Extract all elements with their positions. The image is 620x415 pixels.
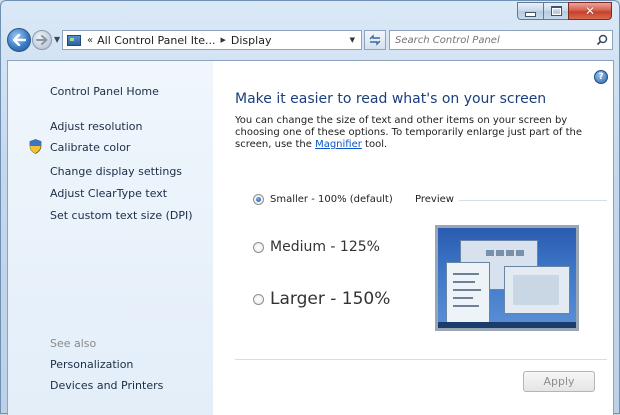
preview-line bbox=[453, 305, 479, 307]
option-smaller[interactable]: Smaller - 100% (default) bbox=[253, 194, 393, 205]
preview-divider bbox=[459, 200, 607, 201]
preview-tile bbox=[516, 250, 524, 256]
control-panel-window: ✕ ▼ « All Control Panel Ite... ▶ Display… bbox=[0, 0, 620, 415]
shield-icon bbox=[29, 139, 42, 154]
breadcrumb-current[interactable]: Display bbox=[231, 34, 272, 47]
option-larger[interactable]: Larger - 150% bbox=[253, 289, 390, 309]
preview-line bbox=[453, 289, 481, 291]
help-icon[interactable]: ? bbox=[594, 70, 608, 84]
refresh-icon bbox=[369, 34, 381, 46]
search-icon[interactable] bbox=[596, 34, 608, 46]
preview-label: Preview bbox=[415, 194, 454, 205]
see-also-heading: See also bbox=[50, 337, 97, 350]
minimize-button[interactable] bbox=[517, 2, 543, 20]
radio-larger[interactable] bbox=[253, 293, 264, 305]
preview-taskbar bbox=[438, 322, 576, 328]
magnifier-link[interactable]: Magnifier bbox=[315, 139, 362, 150]
preview-window-right bbox=[504, 266, 570, 314]
sidebar-item-personalization[interactable]: Personalization bbox=[50, 358, 133, 371]
minimize-icon bbox=[525, 11, 536, 17]
option-smaller-label[interactable]: Smaller - 100% (default) bbox=[270, 194, 393, 205]
control-panel-icon bbox=[67, 34, 81, 46]
preview-tile bbox=[506, 250, 514, 256]
sidebar-item-devices-printers[interactable]: Devices and Printers bbox=[50, 379, 163, 392]
forward-button[interactable] bbox=[32, 30, 52, 50]
bottom-divider bbox=[235, 359, 607, 360]
apply-button[interactable]: Apply bbox=[523, 371, 595, 392]
refresh-button[interactable] bbox=[364, 30, 386, 50]
option-larger-label[interactable]: Larger - 150% bbox=[270, 289, 390, 309]
radio-smaller[interactable] bbox=[253, 194, 264, 205]
page-description: You can change the size of text and othe… bbox=[235, 115, 607, 151]
main-panel: ? Make it easier to read what's on your … bbox=[213, 61, 613, 415]
sidebar-item-custom-text-size[interactable]: Set custom text size (DPI) bbox=[50, 209, 193, 222]
preview-tile bbox=[496, 250, 504, 256]
preview-image bbox=[435, 225, 579, 331]
maximize-icon bbox=[550, 6, 562, 16]
preview-window-content bbox=[513, 275, 559, 305]
forward-arrow-icon bbox=[36, 35, 48, 45]
content-area: Control Panel Home Adjust resolution Cal… bbox=[7, 60, 614, 415]
preview-window-front bbox=[446, 262, 490, 326]
preview-line bbox=[453, 297, 473, 299]
description-tail: tool. bbox=[361, 139, 388, 150]
close-icon: ✕ bbox=[584, 4, 596, 18]
address-dropdown-icon[interactable]: ▼ bbox=[350, 36, 355, 44]
sidebar-item-adjust-cleartype[interactable]: Adjust ClearType text bbox=[50, 187, 167, 200]
preview-tile bbox=[486, 250, 494, 256]
search-input[interactable] bbox=[395, 34, 585, 46]
address-bar[interactable]: « All Control Panel Ite... ▶ Display ▼ bbox=[62, 30, 362, 50]
preview-line bbox=[453, 281, 475, 283]
task-sidebar: Control Panel Home Adjust resolution Cal… bbox=[8, 61, 213, 415]
caption-buttons: ✕ bbox=[517, 2, 612, 21]
close-button[interactable]: ✕ bbox=[568, 2, 612, 20]
page-title: Make it easier to read what's on your sc… bbox=[235, 91, 547, 107]
radio-medium[interactable] bbox=[253, 241, 264, 253]
description-text: You can change the size of text and othe… bbox=[235, 115, 583, 150]
maximize-button[interactable] bbox=[543, 2, 568, 20]
preview-line bbox=[453, 273, 479, 275]
sidebar-item-calibrate-color[interactable]: Calibrate color bbox=[50, 141, 130, 154]
sidebar-item-change-display-settings[interactable]: Change display settings bbox=[50, 165, 182, 178]
history-dropdown-icon[interactable]: ▼ bbox=[54, 35, 60, 44]
breadcrumb-overflow[interactable]: « bbox=[87, 35, 93, 46]
option-medium-label[interactable]: Medium - 125% bbox=[270, 239, 380, 255]
option-medium[interactable]: Medium - 125% bbox=[253, 239, 380, 255]
navigation-bar: ▼ « All Control Panel Ite... ▶ Display ▼ bbox=[7, 28, 613, 52]
breadcrumb-arrow-icon[interactable]: ▶ bbox=[221, 36, 226, 44]
breadcrumb-parent[interactable]: All Control Panel Ite... bbox=[97, 34, 215, 47]
back-button[interactable] bbox=[7, 28, 31, 52]
sidebar-item-adjust-resolution[interactable]: Adjust resolution bbox=[50, 120, 143, 133]
search-box[interactable] bbox=[389, 30, 613, 50]
sidebar-control-panel-home[interactable]: Control Panel Home bbox=[50, 85, 159, 98]
back-arrow-icon bbox=[12, 34, 26, 46]
